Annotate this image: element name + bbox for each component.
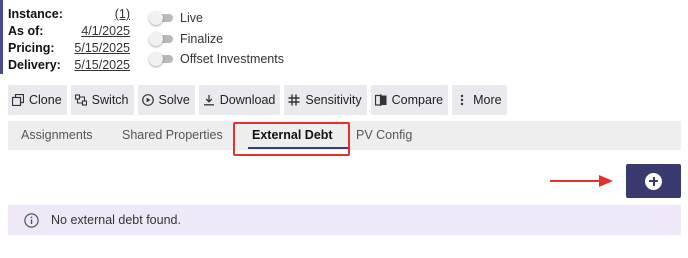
- info-icon: [24, 212, 39, 228]
- add-external-debt-button[interactable]: [626, 164, 681, 198]
- tab-shared-properties[interactable]: Shared Properties: [122, 121, 223, 150]
- compare-button[interactable]: Compare: [370, 85, 449, 115]
- switch-icon: [74, 94, 87, 106]
- scenario-details: Instance: (1) As of: 4/1/2025 Pricing: 5…: [8, 6, 130, 74]
- live-toggle-label: Live: [180, 11, 203, 26]
- finalize-toggle-label: Finalize: [180, 31, 224, 46]
- more-label: More: [473, 93, 502, 107]
- compare-label: Compare: [391, 93, 444, 107]
- download-label: Download: [219, 93, 276, 107]
- download-icon: [203, 94, 215, 106]
- offset-investments-toggle-row: Offset Investments: [148, 49, 284, 70]
- annotation-highlight-box: [233, 122, 350, 156]
- delivery-label: Delivery:: [8, 58, 61, 72]
- solve-button[interactable]: Solve: [137, 85, 195, 115]
- grid-icon: [288, 94, 300, 106]
- toggle-group: Live Finalize Offset Investments: [148, 8, 284, 70]
- compare-icon: [374, 94, 387, 106]
- as-of-date-link[interactable]: 4/1/2025: [81, 23, 130, 40]
- play-icon: [141, 94, 154, 106]
- offset-investments-toggle[interactable]: [148, 52, 174, 67]
- instance-row: Instance: (1): [8, 6, 130, 23]
- solve-label: Solve: [158, 93, 190, 107]
- offset-investments-toggle-label: Offset Investments: [180, 52, 284, 67]
- delivery-date-link[interactable]: 5/15/2025: [74, 57, 130, 74]
- empty-state-banner: No external debt found.: [8, 205, 681, 235]
- copy-icon: [12, 94, 24, 106]
- live-toggle[interactable]: [148, 11, 174, 26]
- sensitivity-button[interactable]: Sensitivity: [284, 85, 367, 115]
- delivery-row: Delivery: 5/15/2025: [8, 57, 130, 74]
- pricing-label: Pricing:: [8, 41, 55, 55]
- left-accent-bar: [0, 0, 3, 74]
- switch-label: Switch: [91, 93, 129, 107]
- instance-label: Instance:: [8, 7, 63, 21]
- tab-assignments[interactable]: Assignments: [21, 121, 93, 150]
- switch-button[interactable]: Switch: [70, 85, 134, 115]
- instance-link[interactable]: (1): [115, 6, 130, 23]
- more-button[interactable]: More: [452, 85, 507, 115]
- download-button[interactable]: Download: [198, 85, 281, 115]
- more-vertical-icon: [456, 94, 468, 106]
- as-of-label: As of:: [8, 24, 44, 38]
- add-circle-icon: [645, 172, 662, 190]
- clone-button[interactable]: Clone: [8, 85, 67, 115]
- finalize-toggle[interactable]: [148, 31, 174, 46]
- tab-pv-config[interactable]: PV Config: [356, 121, 412, 150]
- empty-state-message: No external debt found.: [51, 213, 181, 227]
- pricing-row: Pricing: 5/15/2025: [8, 40, 130, 57]
- pricing-date-link[interactable]: 5/15/2025: [74, 40, 130, 57]
- live-toggle-row: Live: [148, 8, 284, 29]
- annotation-arrow-icon: [550, 175, 613, 187]
- as-of-row: As of: 4/1/2025: [8, 23, 130, 40]
- clone-label: Clone: [29, 93, 62, 107]
- sensitivity-label: Sensitivity: [305, 93, 362, 107]
- action-toolbar: Clone Switch Solve Download Sensitivity …: [8, 85, 507, 115]
- finalize-toggle-row: Finalize: [148, 29, 284, 50]
